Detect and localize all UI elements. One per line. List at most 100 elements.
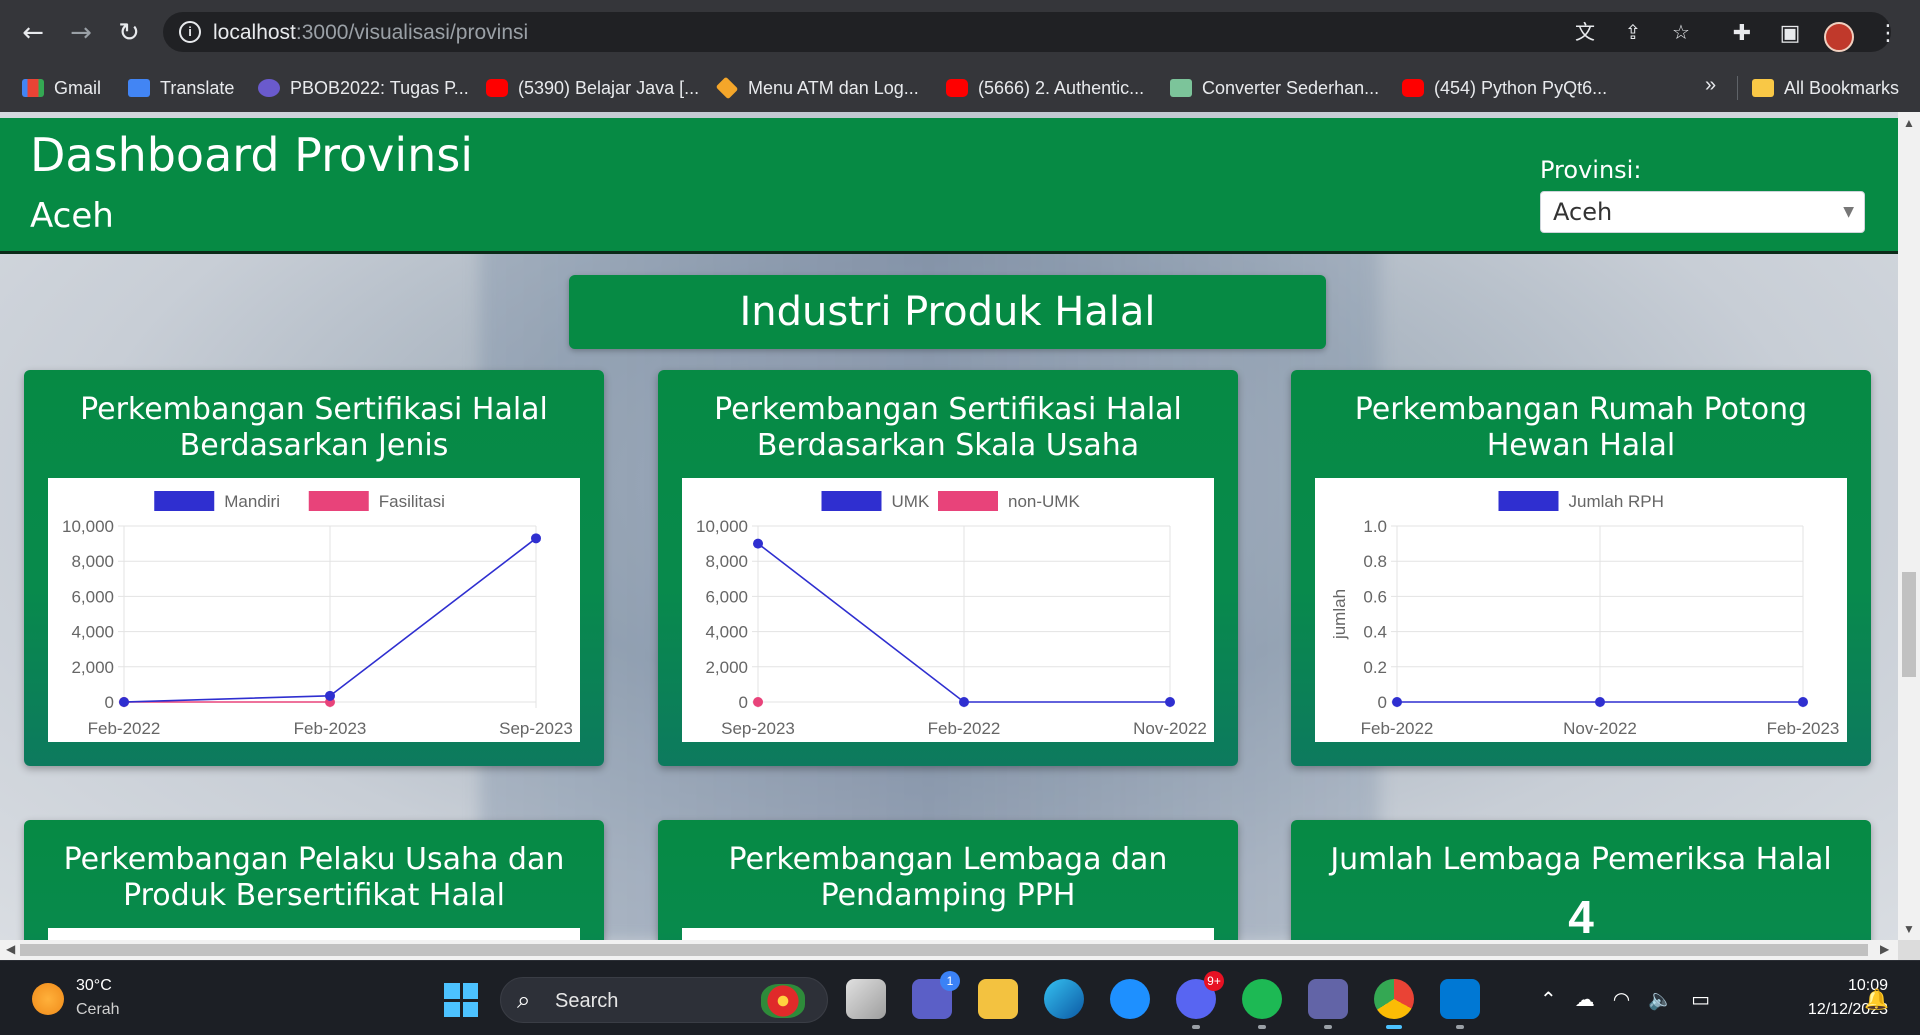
browser-toolbar: ← → ↻ i localhost:3000/visualisasi/provi…	[0, 0, 1920, 64]
bookmark-label: Converter Sederhan...	[1202, 77, 1380, 98]
volume-icon[interactable]: 🔈	[1648, 987, 1673, 1011]
bookmark-label: PBOB2022: Tugas P...	[290, 77, 469, 98]
bookmarks-bar: Gmail Translate PBOB2022: Tugas P... (53…	[0, 64, 1920, 112]
y-tick-label: 0.4	[1363, 623, 1387, 642]
card-sertifikasi-jenis: Perkembangan Sertifikasi Halal Berdasark…	[24, 370, 604, 766]
x-tick-label: Sep-2023	[721, 719, 795, 738]
horizontal-scrollbar[interactable]: ◀ ▶	[0, 940, 1898, 960]
running-indicator	[1192, 1025, 1200, 1029]
scrollbar-thumb[interactable]	[1902, 572, 1916, 677]
legend-label: Fasilitasi	[379, 492, 445, 511]
wifi-icon[interactable]: ◠	[1613, 987, 1630, 1011]
discord-icon[interactable]: 9+	[1176, 971, 1224, 1029]
chrome-icon[interactable]	[1374, 979, 1414, 1029]
card-pelaku-usaha: Perkembangan Pelaku Usaha dan Produk Ber…	[24, 820, 604, 940]
bookmark-star-icon[interactable]: ☆	[1669, 20, 1693, 44]
x-tick-label: Feb-2023	[1767, 719, 1840, 738]
bookmark-label: Menu ATM dan Log...	[748, 77, 919, 98]
onedrive-icon[interactable]: ☁	[1575, 987, 1595, 1011]
y-tick-label: 10,000	[696, 517, 748, 536]
cube-icon	[1170, 79, 1192, 97]
sun-icon[interactable]	[32, 983, 64, 1015]
bookmark-python-pyqt6[interactable]: (454) Python PyQt6...	[1402, 77, 1607, 99]
scroll-right-icon[interactable]: ▶	[1880, 942, 1889, 956]
profile-avatar[interactable]	[1824, 22, 1854, 52]
chevron-up-icon[interactable]: ⌃	[1540, 987, 1557, 1011]
pbob-icon	[258, 79, 280, 97]
back-icon[interactable]: ←	[18, 18, 48, 48]
weather-description[interactable]: Cerah	[76, 1001, 120, 1019]
search-icon: ⌕	[517, 986, 531, 1014]
taskbar: 30°C Cerah ⌕ Search 1 9+ ⌃ ☁ ◠ 🔈 ▭ 10:09…	[0, 960, 1920, 1035]
y-tick-label: 0.8	[1363, 552, 1387, 571]
x-tick-label: Nov-2022	[1133, 719, 1207, 738]
bookmark-converter[interactable]: Converter Sederhan...	[1170, 77, 1379, 99]
data-point	[959, 697, 969, 707]
spotify-icon[interactable]	[1242, 979, 1282, 1029]
file-explorer-icon[interactable]	[978, 979, 1018, 1019]
legend-swatch	[938, 491, 998, 511]
address-bar[interactable]: i localhost:3000/visualisasi/provinsi 文 …	[163, 12, 1891, 52]
share-icon[interactable]: ⇪	[1621, 20, 1645, 44]
bookmark-belajar-java[interactable]: (5390) Belajar Java [...	[486, 77, 699, 99]
poinsettia-icon	[761, 984, 805, 1018]
bookmark-authentic[interactable]: (5666) 2. Authentic...	[946, 77, 1144, 99]
vertical-scrollbar[interactable]: ▲ ▼	[1898, 112, 1920, 940]
chevron-down-icon: ▼	[1843, 204, 1854, 220]
card-lph: Jumlah Lembaga Pemeriksa Halal 4	[1291, 820, 1871, 940]
scroll-down-icon[interactable]: ▼	[1903, 922, 1915, 936]
youtube-icon	[1402, 79, 1424, 97]
chart-lembaga-pendamping	[682, 928, 1214, 940]
legend-label: Mandiri	[224, 492, 280, 511]
bookmarks-overflow-button[interactable]: »	[1705, 74, 1716, 97]
bookmark-pbob[interactable]: PBOB2022: Tugas P...	[258, 77, 469, 99]
bookmark-translate[interactable]: Translate	[128, 77, 234, 99]
vscode-icon[interactable]	[1440, 979, 1480, 1029]
edge-icon[interactable]	[1044, 979, 1084, 1019]
scrollbar-thumb[interactable]	[20, 944, 1868, 956]
x-tick-label: Feb-2022	[928, 719, 1001, 738]
extensions-icon[interactable]: ✚	[1730, 22, 1754, 46]
x-tick-label: Feb-2022	[88, 719, 161, 738]
scroll-left-icon[interactable]: ◀	[6, 942, 15, 956]
card-lembaga-pendamping: Perkembangan Lembaga dan Pendamping PPH	[658, 820, 1238, 940]
get-help-icon[interactable]	[1110, 979, 1150, 1019]
forward-icon[interactable]: →	[66, 18, 96, 48]
province-select-value: Aceh	[1553, 198, 1613, 226]
y-tick-label: 0	[1378, 693, 1387, 712]
translate-page-icon[interactable]: 文	[1573, 20, 1597, 44]
task-view-icon[interactable]	[846, 979, 886, 1019]
scroll-corner	[1898, 940, 1920, 960]
all-bookmarks-button[interactable]: All Bookmarks	[1752, 77, 1899, 99]
site-info-icon[interactable]: i	[179, 21, 201, 43]
card-title: Perkembangan Lembaga dan Pendamping PPH	[728, 842, 1168, 913]
y-tick-label: 6,000	[71, 587, 114, 606]
line-chart: 1.0 0.8 0.6 0.4 0.2 0 Feb-2022 Nov-2022 Feb-2023…	[1330, 491, 1840, 738]
gmail-icon	[22, 79, 44, 97]
scroll-up-icon[interactable]: ▲	[1903, 116, 1915, 130]
y-axis-label: jumlah	[1330, 589, 1349, 640]
data-point	[1392, 697, 1402, 707]
url-text[interactable]: localhost:3000/visualisasi/provinsi	[213, 21, 528, 45]
side-panel-icon[interactable]: ▣	[1778, 22, 1802, 46]
youtube-icon	[486, 79, 508, 97]
province-select[interactable]: Aceh ▼	[1540, 191, 1865, 233]
translate-icon	[128, 79, 150, 97]
teams-chat-icon[interactable]: 1	[912, 971, 960, 1019]
reload-icon[interactable]: ↻	[114, 18, 144, 48]
data-point	[753, 538, 763, 549]
windows-start-icon[interactable]	[444, 983, 478, 1017]
bookmark-gmail[interactable]: Gmail	[22, 77, 101, 99]
bookmark-menu-atm[interactable]: Menu ATM dan Log...	[715, 76, 919, 100]
notification-bell-icon[interactable]: 🔔	[1864, 987, 1889, 1011]
data-point	[753, 697, 763, 707]
menu-kebab-icon[interactable]: ⋮	[1876, 22, 1900, 46]
battery-icon[interactable]: ▭	[1691, 987, 1710, 1011]
weather-temperature[interactable]: 30°C	[76, 977, 112, 995]
legend-swatch	[154, 491, 215, 511]
teams-icon[interactable]	[1308, 979, 1348, 1029]
search-label: Search	[555, 990, 619, 1012]
youtube-icon	[946, 79, 968, 97]
taskbar-search[interactable]: ⌕ Search	[500, 977, 828, 1023]
lph-count: 4	[1568, 891, 1594, 940]
